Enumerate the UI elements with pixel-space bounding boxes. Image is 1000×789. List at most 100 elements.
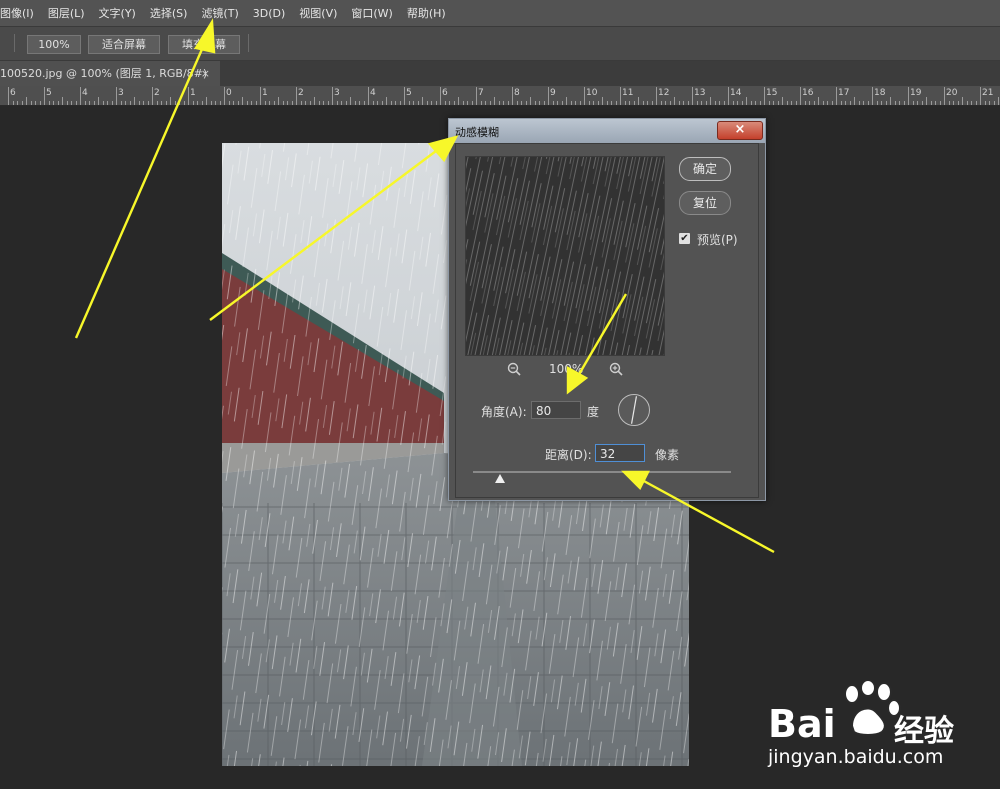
- ruler-label: 17: [838, 88, 850, 98]
- watermark-url: jingyan.baidu.com: [768, 746, 944, 768]
- ruler-tick: [368, 87, 369, 105]
- zoom-100-button[interactable]: 100%: [27, 35, 81, 54]
- ruler-tick: [737, 101, 738, 105]
- ruler-tick: [377, 101, 378, 105]
- menu-layer[interactable]: 图层(L): [41, 5, 92, 21]
- menu-view[interactable]: 视图(V): [292, 5, 344, 21]
- ruler-tick: [98, 97, 99, 105]
- ruler-tick: [264, 101, 266, 105]
- ruler-tick: [179, 101, 180, 105]
- ruler-tick: [804, 101, 806, 105]
- ruler-tick: [246, 101, 248, 105]
- ruler-tick: [908, 87, 909, 105]
- ruler-tick: [143, 101, 144, 105]
- ruler-tick: [917, 101, 918, 105]
- ruler-tick: [777, 101, 779, 105]
- ruler-tick: [350, 97, 351, 105]
- horizontal-ruler: 6 5 4 3 2 1 0 1 2 3 4 5 6 7 8 9 10 11 12 13 14 15 16 17 18 19 20 21: [0, 86, 1000, 106]
- menu-help[interactable]: 帮助(H): [400, 5, 453, 21]
- ruler-tick: [336, 101, 338, 105]
- ruler-tick: [372, 101, 374, 105]
- ruler-tick: [741, 101, 743, 105]
- ruler-tick: [822, 101, 824, 105]
- document-tab[interactable]: 100520.jpg @ 100% (图层 1, RGB/8#) ×: [0, 61, 220, 86]
- ruler-tick: [633, 101, 635, 105]
- ruler-tick: [345, 101, 347, 105]
- ruler-label: 2: [298, 88, 304, 98]
- ok-button[interactable]: 确定: [679, 157, 731, 181]
- ruler-tick: [570, 101, 572, 105]
- ruler-tick: [791, 101, 792, 105]
- reset-button[interactable]: 复位: [679, 191, 731, 215]
- ruler-tick: [291, 101, 293, 105]
- distance-slider-track[interactable]: [473, 471, 731, 473]
- ruler-tick: [111, 101, 113, 105]
- filter-preview[interactable]: [465, 156, 665, 356]
- tab-close-icon[interactable]: ×: [201, 61, 210, 86]
- ruler-tick: [894, 101, 896, 105]
- ruler-tick: [548, 87, 549, 105]
- ruler-tick: [701, 101, 702, 105]
- ruler-tick: [404, 87, 405, 105]
- distance-slider-thumb[interactable]: [495, 474, 505, 483]
- ruler-tick: [35, 101, 36, 105]
- ruler-tick: [287, 101, 288, 105]
- preview-checkbox[interactable]: ✔: [679, 233, 690, 244]
- dialog-close-button[interactable]: ×: [717, 121, 763, 140]
- dialog-titlebar[interactable]: 动感模糊 ×: [449, 119, 765, 143]
- ruler-tick: [836, 87, 837, 105]
- angle-input[interactable]: 80: [531, 401, 581, 419]
- ruler-label: 18: [874, 88, 886, 98]
- ruler-tick: [435, 101, 437, 105]
- ruler-tick: [17, 101, 18, 105]
- ruler-tick: [831, 101, 833, 105]
- ruler-tick: [147, 101, 149, 105]
- ruler-tick: [62, 97, 63, 105]
- ruler-tick: [602, 97, 603, 105]
- ruler-tick: [80, 87, 81, 105]
- menu-window[interactable]: 窗口(W): [344, 5, 399, 21]
- ruler-tick: [588, 101, 590, 105]
- ruler-tick: [332, 87, 333, 105]
- ruler-tick: [867, 101, 869, 105]
- zoom-in-icon[interactable]: [609, 362, 623, 376]
- menu-filter[interactable]: 滤镜(T): [194, 5, 245, 21]
- ruler-tick: [948, 101, 950, 105]
- ruler-label: 20: [946, 88, 958, 98]
- fill-screen-button[interactable]: 填充屏幕: [168, 35, 240, 54]
- ruler-tick: [26, 97, 27, 105]
- ruler-tick: [885, 101, 887, 105]
- blur-preview-image: [466, 157, 664, 355]
- ruler-label: 11: [622, 88, 634, 98]
- menu-select[interactable]: 选择(S): [143, 5, 195, 21]
- ruler-label: 13: [694, 88, 706, 98]
- ruler-tick: [269, 101, 270, 105]
- ruler-label: 16: [802, 88, 814, 98]
- distance-unit: 像素: [655, 448, 680, 462]
- ruler-label: 6: [10, 88, 16, 98]
- ruler-tick: [471, 101, 473, 105]
- ruler-tick: [102, 101, 104, 105]
- ruler-tick: [998, 97, 999, 105]
- fit-screen-button[interactable]: 适合屏幕: [88, 35, 160, 54]
- preview-zoom-value: 100%: [549, 362, 584, 376]
- ruler-tick: [597, 101, 599, 105]
- ruler-tick: [215, 101, 216, 105]
- menu-type[interactable]: 文字(Y): [92, 5, 143, 21]
- angle-dial[interactable]: [617, 393, 651, 427]
- ruler-tick: [903, 101, 905, 105]
- distance-input[interactable]: 32: [595, 444, 645, 462]
- ruler-tick: [327, 101, 329, 105]
- ruler-label: 5: [406, 88, 412, 98]
- ruler-tick: [926, 97, 927, 105]
- menu-image[interactable]: 图像(I): [0, 5, 41, 21]
- preview-checkbox-label: 预览(P): [697, 233, 738, 247]
- zoom-out-icon[interactable]: [507, 362, 521, 376]
- ruler-tick: [192, 101, 194, 105]
- ruler-tick: [975, 101, 977, 105]
- ruler-tick: [669, 101, 671, 105]
- ruler-tick: [48, 101, 50, 105]
- ruler-tick: [255, 101, 257, 105]
- ruler-tick: [552, 101, 554, 105]
- menu-3d[interactable]: 3D(D): [246, 7, 293, 20]
